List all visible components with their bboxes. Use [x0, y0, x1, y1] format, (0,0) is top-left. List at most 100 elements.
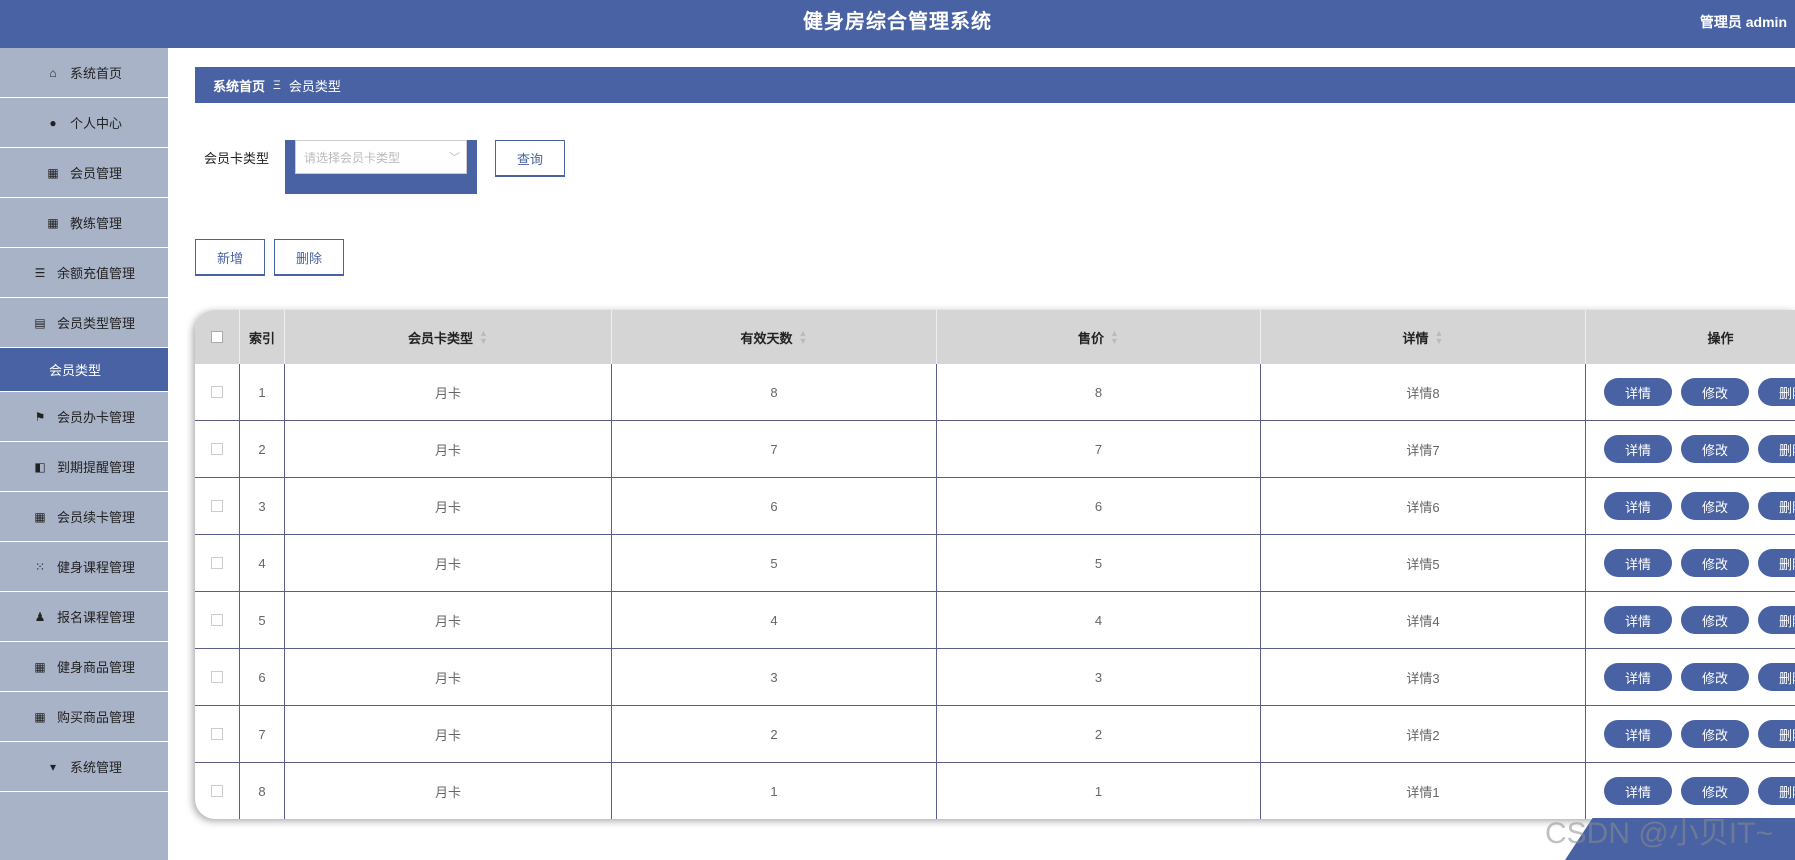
row-edit-button[interactable]: 修改	[1681, 777, 1749, 805]
header-days[interactable]: 有效天数 ▲ ▼	[612, 310, 937, 364]
row-checkbox[interactable]	[211, 728, 223, 740]
row-delete-button[interactable]: 删除	[1758, 549, 1795, 577]
breadcrumb-separator-icon: Ξ	[273, 78, 281, 92]
row-delete-button[interactable]: 删除	[1758, 663, 1795, 691]
row-detail-button[interactable]: 详情	[1604, 606, 1672, 634]
top-header: 健身房综合管理系统 管理员 admin	[0, 0, 1795, 48]
sidebar-subitem-member-type[interactable]: 会员类型	[0, 348, 168, 392]
cell-type: 月卡	[285, 364, 612, 420]
clipboard-icon: ▤	[34, 315, 46, 330]
sidebar-item[interactable]: ● 个人中心	[0, 98, 168, 148]
header-detail[interactable]: 详情 ▲ ▼	[1261, 310, 1586, 364]
select-all-checkbox[interactable]	[211, 331, 223, 343]
row-checkbox[interactable]	[211, 785, 223, 797]
row-edit-button[interactable]: 修改	[1681, 378, 1749, 406]
sidebar-item[interactable]: ▤ 会员类型管理	[0, 298, 168, 348]
row-detail-button[interactable]: 详情	[1604, 663, 1672, 691]
row-checkbox[interactable]	[211, 557, 223, 569]
row-checkbox[interactable]	[211, 386, 223, 398]
cell-price: 4	[937, 592, 1261, 648]
cell-price: 2	[937, 706, 1261, 762]
row-checkbox[interactable]	[211, 671, 223, 683]
row-detail-button[interactable]: 详情	[1604, 492, 1672, 520]
row-delete-button[interactable]: 删除	[1758, 720, 1795, 748]
sidebar-item[interactable]: ▦ 购买商品管理	[0, 692, 168, 742]
card-type-select[interactable]: 请选择会员卡类型 ﹀	[295, 140, 467, 174]
row-checkbox[interactable]	[211, 614, 223, 626]
table-header: 索引 会员卡类型 ▲ ▼ 有效天数 ▲ ▼ 售价 ▲ ▼ 详情 ▲ ▼ 操作	[195, 310, 1795, 364]
sort-icon[interactable]: ▲ ▼	[799, 329, 808, 346]
cell-detail: 详情6	[1261, 478, 1586, 534]
cell-ops: 详情修改删除	[1586, 592, 1795, 648]
data-table: 索引 会员卡类型 ▲ ▼ 有效天数 ▲ ▼ 售价 ▲ ▼ 详情 ▲ ▼ 操作 1 月卡 8 8 详情8 详…	[195, 310, 1795, 819]
row-edit-button[interactable]: 修改	[1681, 720, 1749, 748]
cell-price: 1	[937, 763, 1261, 819]
sidebar-item[interactable]: ▾ 系统管理	[0, 742, 168, 792]
sidebar-item[interactable]: ▦ 会员管理	[0, 148, 168, 198]
row-detail-button[interactable]: 详情	[1604, 777, 1672, 805]
sidebar-item[interactable]: ⌂ 系统首页	[0, 48, 168, 98]
header-price-label: 售价	[1078, 330, 1105, 346]
delete-button[interactable]: 删除	[274, 239, 344, 276]
sidebar-item-label: 会员类型管理	[56, 316, 135, 331]
header-price[interactable]: 售价 ▲ ▼	[937, 310, 1261, 364]
app-title: 健身房综合管理系统	[803, 11, 992, 33]
grid-icon: ▦	[34, 709, 46, 724]
cell-days: 2	[612, 706, 937, 762]
sidebar-item[interactable]: ▦ 教练管理	[0, 198, 168, 248]
row-edit-button[interactable]: 修改	[1681, 606, 1749, 634]
row-detail-button[interactable]: 详情	[1604, 435, 1672, 463]
sidebar-item[interactable]: ♟ 报名课程管理	[0, 592, 168, 642]
table-row[interactable]: 2月卡77详情7详情修改删除	[195, 421, 1795, 478]
sidebar-item[interactable]: ☰ 余额充值管理	[0, 248, 168, 298]
header-type[interactable]: 会员卡类型 ▲ ▼	[285, 310, 612, 364]
table-row[interactable]: 3月卡66详情6详情修改删除	[195, 478, 1795, 535]
sort-icon[interactable]: ▲ ▼	[1110, 329, 1119, 346]
table-row[interactable]: 1月卡88详情8详情修改删除	[195, 364, 1795, 421]
cell-index: 7	[240, 706, 285, 762]
row-delete-button[interactable]: 删除	[1758, 378, 1795, 406]
table-row[interactable]: 6月卡33详情3详情修改删除	[195, 649, 1795, 706]
row-delete-button[interactable]: 删除	[1758, 435, 1795, 463]
cell-index: 5	[240, 592, 285, 648]
row-edit-button[interactable]: 修改	[1681, 492, 1749, 520]
cell-ops: 详情修改删除	[1586, 421, 1795, 477]
row-detail-button[interactable]: 详情	[1604, 549, 1672, 577]
cell-detail: 详情4	[1261, 592, 1586, 648]
breadcrumb-home[interactable]: 系统首页	[213, 76, 265, 95]
row-edit-button[interactable]: 修改	[1681, 435, 1749, 463]
cell-price: 8	[937, 364, 1261, 420]
sort-icon[interactable]: ▲ ▼	[1435, 329, 1444, 346]
sidebar-item[interactable]: ⁙ 健身课程管理	[0, 542, 168, 592]
add-button[interactable]: 新增	[195, 239, 265, 276]
grid-icon: ▦	[47, 165, 59, 180]
cell-index: 2	[240, 421, 285, 477]
cell-type: 月卡	[285, 706, 612, 762]
table-row[interactable]: 7月卡22详情2详情修改删除	[195, 706, 1795, 763]
row-checkbox-cell	[195, 364, 240, 420]
query-button[interactable]: 查询	[495, 140, 565, 177]
sidebar-item[interactable]: ▦ 会员续卡管理	[0, 492, 168, 542]
sidebar-item[interactable]: ⚑ 会员办卡管理	[0, 392, 168, 442]
row-edit-button[interactable]: 修改	[1681, 549, 1749, 577]
row-edit-button[interactable]: 修改	[1681, 663, 1749, 691]
table-row[interactable]: 5月卡44详情4详情修改删除	[195, 592, 1795, 649]
row-checkbox[interactable]	[211, 443, 223, 455]
sidebar-item[interactable]: ◧ 到期提醒管理	[0, 442, 168, 492]
cell-days: 3	[612, 649, 937, 705]
select-placeholder: 请选择会员卡类型	[304, 150, 401, 165]
row-delete-button[interactable]: 删除	[1758, 777, 1795, 805]
row-delete-button[interactable]: 删除	[1758, 492, 1795, 520]
sort-icon[interactable]: ▲ ▼	[479, 329, 488, 346]
row-checkbox[interactable]	[211, 500, 223, 512]
sidebar-item-label: 教练管理	[69, 216, 122, 231]
sidebar-item[interactable]: ▦ 健身商品管理	[0, 642, 168, 692]
row-detail-button[interactable]: 详情	[1604, 720, 1672, 748]
table-row[interactable]: 4月卡55详情5详情修改删除	[195, 535, 1795, 592]
cell-type: 月卡	[285, 592, 612, 648]
row-delete-button[interactable]: 删除	[1758, 606, 1795, 634]
row-detail-button[interactable]: 详情	[1604, 378, 1672, 406]
cell-index: 3	[240, 478, 285, 534]
cell-ops: 详情修改删除	[1586, 535, 1795, 591]
user-label[interactable]: 管理员 admin	[1700, 0, 1787, 44]
